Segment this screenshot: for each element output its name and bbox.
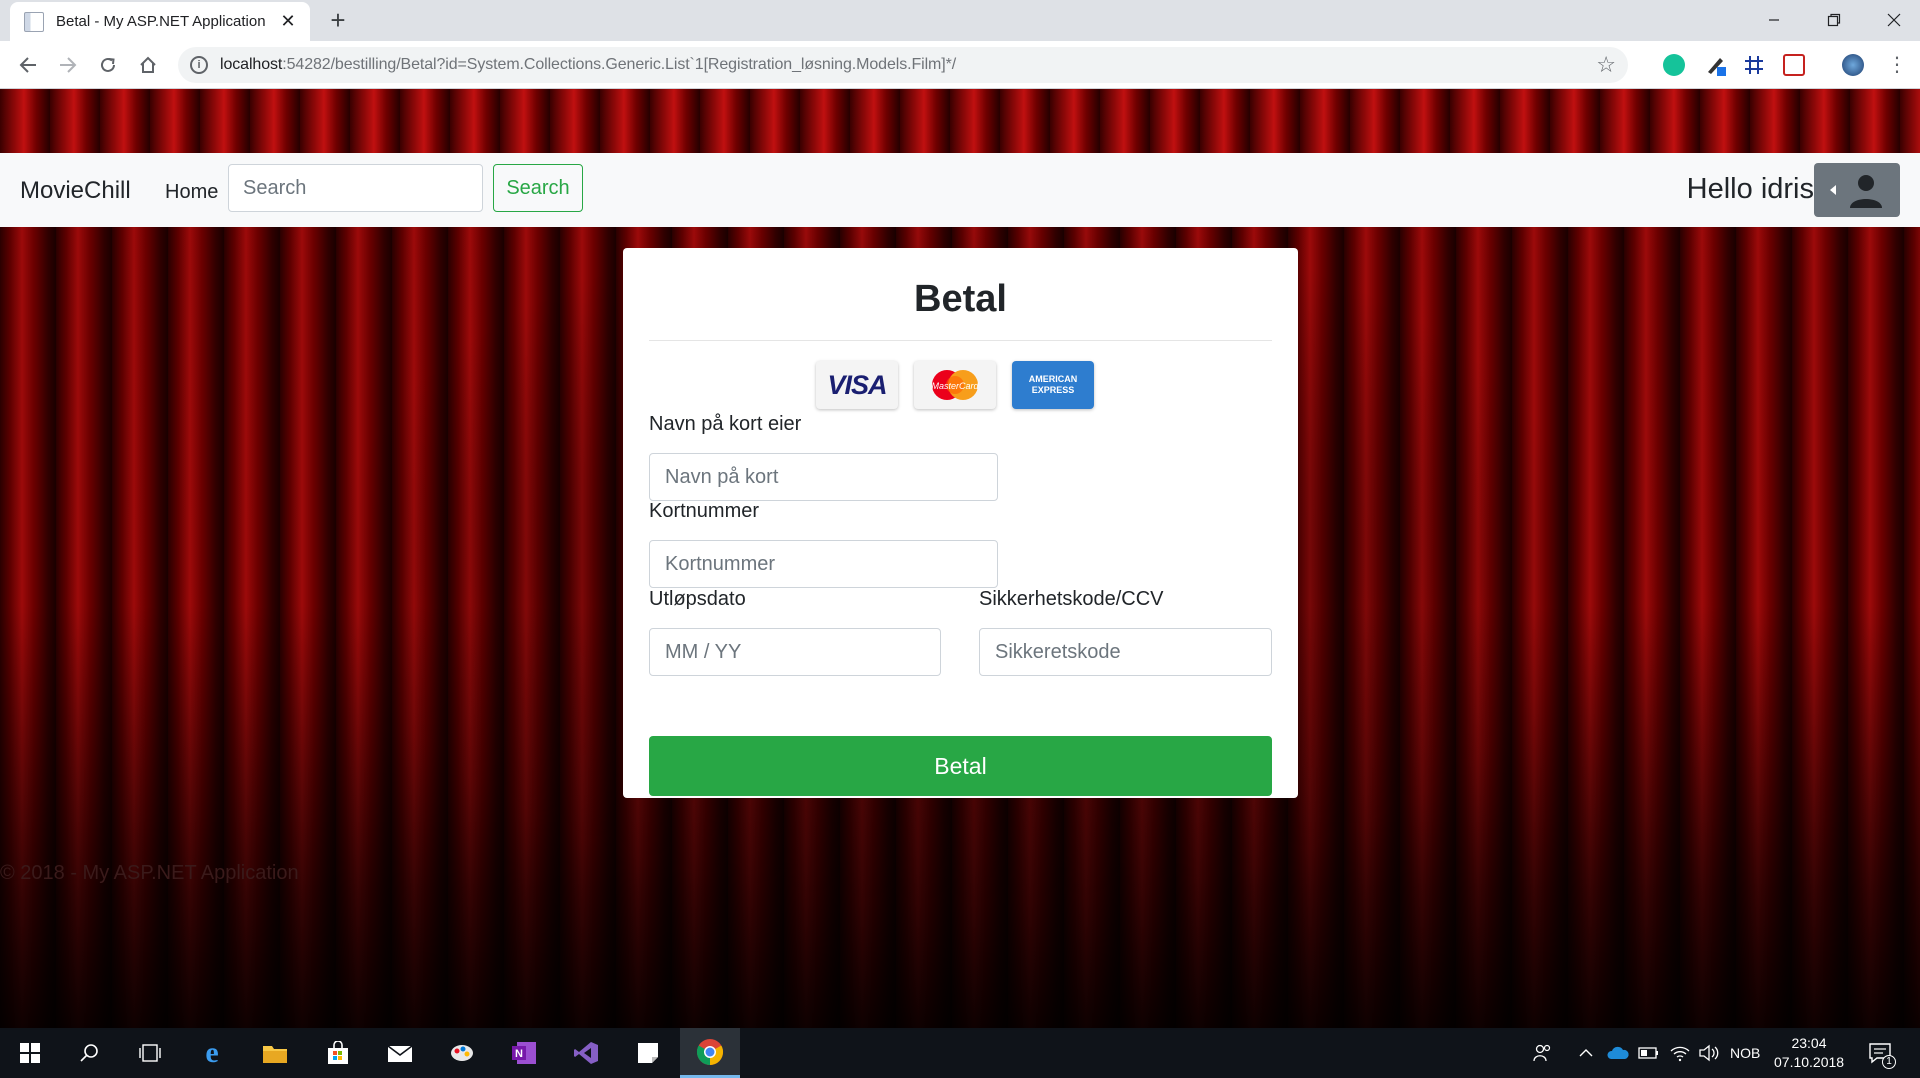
site-navbar: MovieChill Home Search Hello idris [0,153,1920,227]
reload-icon[interactable] [92,49,124,81]
grid-extension-icon[interactable] [1743,54,1765,76]
forward-arrow-icon[interactable] [52,49,84,81]
footer-text: © 2018 - My ASP.NET Application [0,862,299,884]
svg-text:MasterCard: MasterCard [931,381,979,391]
browser-tab[interactable]: Betal - My ASP.NET Application ✕ [10,2,310,41]
edge-browser-icon[interactable]: e [182,1028,242,1078]
cardholder-name-label: Navn på kort eier [649,413,802,435]
windows-start-icon[interactable] [0,1028,60,1078]
user-icon [1850,175,1882,208]
input-language[interactable]: NOB [1730,1028,1760,1078]
pay-button[interactable]: Betal [649,736,1272,796]
curtain-valance [0,89,1920,153]
search-input[interactable] [228,164,483,212]
taskbar-clock[interactable]: 23:04 07.10.2018 [1774,1034,1844,1072]
chevron-up-icon[interactable] [1578,1028,1594,1078]
page-favicon-icon [24,11,44,32]
nav-home-link[interactable]: Home [165,181,218,204]
grammarly-extension-icon[interactable] [1663,54,1685,76]
page-background: MovieChill Home Search Hello idris Betal… [0,89,1920,1028]
action-center-icon[interactable]: 1 [1868,1028,1896,1078]
bookmark-star-icon[interactable]: ☆ [1596,52,1616,78]
amex-logo-icon: AMERICAN EXPRESS [1012,361,1094,409]
browser-tab-strip: Betal - My ASP.NET Application ✕ + [0,0,1920,41]
close-tab-icon[interactable]: ✕ [278,11,298,32]
pocket-extension-icon[interactable] [1783,54,1805,76]
cvv-label: Sikkerhetskode/CCV [979,588,1164,610]
visa-logo-icon: VISA [816,361,898,409]
clock-time: 23:04 [1791,1035,1827,1051]
svg-text:N: N [515,1048,523,1060]
cvv-input[interactable] [979,628,1272,676]
restore-icon[interactable] [1804,0,1864,40]
search-button[interactable]: Search [493,164,583,212]
card-number-input[interactable] [649,540,998,588]
clock-date: 07.10.2018 [1774,1054,1845,1070]
wifi-icon[interactable] [1670,1028,1690,1078]
new-tab-icon[interactable]: + [324,5,352,35]
task-view-icon[interactable] [120,1028,180,1078]
accepted-cards: VISA MasterCard AMERICAN EXPRESS [816,361,1094,409]
url-text: localhost:54282/bestilling/Betal?id=Syst… [220,56,957,73]
browser-toolbar: i localhost:54282/bestilling/Betal?id=Sy… [0,41,1920,89]
people-icon[interactable] [1532,1028,1552,1078]
brand-link[interactable]: MovieChill [20,177,131,205]
onedrive-icon[interactable] [1606,1028,1630,1078]
mail-icon[interactable] [370,1028,430,1078]
title-divider [649,340,1272,341]
notification-count-badge: 1 [1882,1055,1896,1069]
windows-taskbar: e N NOB 23:04 07.10.2018 1 [0,1028,1920,1078]
visual-studio-icon[interactable] [556,1028,616,1078]
payment-card: Betal VISA MasterCard AMERICAN EXPRESS Na… [623,248,1298,798]
minimize-icon[interactable] [1744,0,1804,40]
expiry-label: Utløpsdato [649,588,746,610]
user-greeting: Hello idris [1686,173,1814,205]
search-icon[interactable] [60,1028,120,1078]
paint-3d-icon[interactable] [432,1028,492,1078]
profile-avatar-icon[interactable] [1842,54,1864,76]
onenote-icon[interactable]: N [494,1028,554,1078]
pen-extension-icon[interactable] [1705,54,1727,76]
site-info-icon[interactable]: i [190,56,208,74]
sticky-notes-icon[interactable] [618,1028,678,1078]
address-bar[interactable]: i localhost:54282/bestilling/Betal?id=Sy… [178,47,1628,83]
store-icon[interactable] [308,1028,368,1078]
file-explorer-icon[interactable] [245,1028,305,1078]
card-number-label: Kortnummer [649,500,760,522]
expiry-input[interactable] [649,628,941,676]
chrome-taskbar-icon[interactable] [680,1028,740,1078]
volume-icon[interactable] [1698,1028,1720,1078]
back-arrow-icon[interactable] [12,49,44,81]
chrome-menu-icon[interactable]: ⋮ [1886,54,1908,76]
caret-left-icon [1830,185,1836,195]
user-menu-button[interactable] [1814,163,1900,217]
tab-title: Betal - My ASP.NET Application [56,13,266,30]
mastercard-logo-icon: MasterCard [914,361,996,409]
close-window-icon[interactable] [1864,0,1920,40]
cardholder-name-input[interactable] [649,453,998,501]
battery-icon [1638,1028,1660,1078]
payment-title: Betal [914,278,1007,320]
home-icon[interactable] [132,49,164,81]
